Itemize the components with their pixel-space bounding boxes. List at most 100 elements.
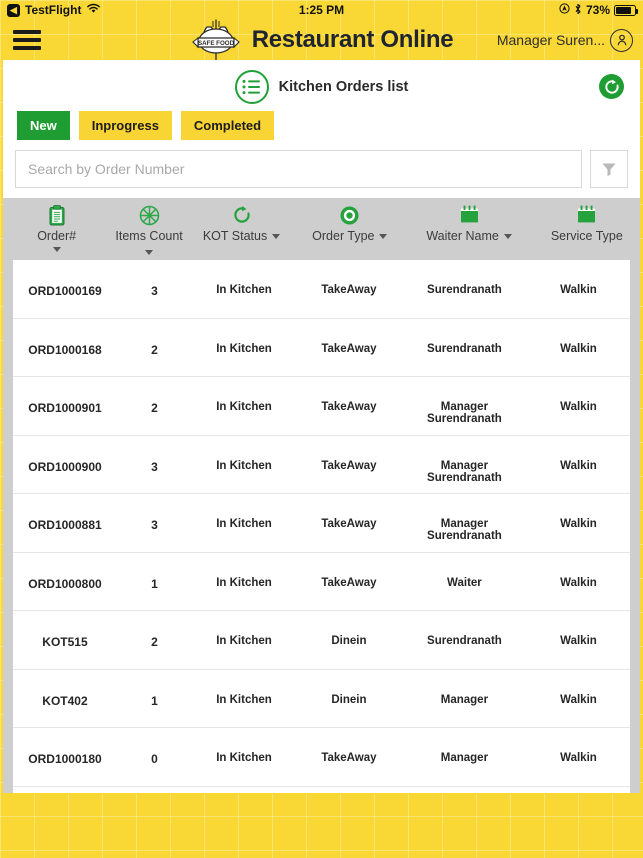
battery-icon — [614, 4, 638, 16]
table-row[interactable]: ORD1000168 2 In Kitchen TakeAway Surendr… — [13, 319, 630, 377]
cell-order-type: TakeAway — [321, 401, 377, 413]
cell-kot-status: In Kitchen — [216, 342, 272, 355]
refresh-button[interactable] — [599, 74, 624, 99]
hamburger-line — [13, 38, 41, 42]
app-header-bar: SAFE FOOD Restaurant Online Manager Sure… — [0, 19, 643, 62]
chevron-down-icon[interactable] — [145, 249, 154, 255]
column-header-order-label: Order# — [37, 229, 77, 243]
ios-status-bar: ◀ TestFlight 1:25 PM 73% — [0, 0, 643, 20]
cell-service-type: Walkin — [560, 342, 597, 355]
cell-service-type: Walkin — [560, 518, 597, 530]
hamburger-menu-icon[interactable] — [10, 25, 44, 55]
cell-items-count: 1 — [151, 693, 158, 708]
column-header-kot-status-label-wrap: KOT Status — [202, 229, 281, 245]
table-row[interactable]: ORD1000881 3 In Kitchen TakeAway Manager… — [13, 494, 630, 553]
column-header-order-type-label-wrap: Order Type — [312, 229, 388, 245]
cell-kot-status: In Kitchen — [216, 284, 272, 296]
cell-waiter-name: Waiter — [447, 576, 482, 589]
user-avatar-icon[interactable] — [610, 28, 633, 52]
cell-kot-status: In Kitchen — [216, 693, 272, 706]
page-title: Kitchen Orders list — [278, 78, 409, 95]
safe-food-logo: SAFE FOOD — [190, 18, 242, 64]
cell-order-type: TakeAway — [321, 576, 377, 589]
search-input[interactable] — [15, 150, 582, 188]
table-row[interactable]: ORD1000800 1 In Kitchen TakeAway Waiter … — [13, 553, 630, 611]
column-header-order[interactable]: Order# — [3, 202, 110, 252]
table-row[interactable]: KOT402 1 In Kitchen Dinein Manager Walki… — [13, 670, 630, 728]
column-header-order-type-label: Order Type — [312, 229, 375, 243]
main-content-card: Kitchen Orders list New Inprogress Compl… — [3, 60, 640, 793]
tab-inprogress[interactable]: Inprogress — [78, 111, 172, 140]
user-name-label: Manager Suren... — [496, 32, 605, 48]
status-bar-right: 73% — [559, 3, 638, 18]
column-header-kot-status-label: KOT Status — [202, 229, 268, 243]
app-title: Restaurant Online — [251, 26, 454, 53]
chevron-down-icon[interactable] — [379, 234, 388, 240]
funnel-filter-icon[interactable] — [590, 150, 628, 188]
cell-kot-status: In Kitchen — [216, 635, 272, 647]
cell-service-type: Walkin — [560, 284, 597, 296]
chevron-down-icon[interactable] — [503, 234, 512, 240]
cell-items-count: 3 — [151, 518, 158, 532]
cell-items-count: 1 — [151, 576, 158, 591]
cell-waiter-name: Manager Surendranath — [427, 459, 502, 484]
clipboard-icon — [48, 204, 66, 226]
cell-order-type: TakeAway — [321, 752, 377, 764]
table-row[interactable]: ORD1000900 3 In Kitchen TakeAway Manager… — [13, 436, 630, 494]
hamburger-line — [13, 30, 41, 34]
table-row[interactable]: KOT515 2 In Kitchen Dinein Surendranath … — [13, 611, 630, 670]
page-header-center: Kitchen Orders list — [3, 69, 640, 104]
cell-items-count: 2 — [151, 342, 158, 357]
chevron-down-icon[interactable] — [272, 234, 281, 240]
cell-waiter-name: Surendranath — [427, 635, 502, 647]
cell-service-type: Walkin — [560, 693, 597, 706]
cell-items-count: 2 — [151, 635, 158, 649]
column-header-service-type[interactable]: Service Type — [534, 202, 640, 245]
cell-waiter-name: Manager — [440, 693, 489, 706]
tab-new[interactable]: New — [17, 111, 70, 140]
cell-items-count: 3 — [151, 284, 158, 298]
cell-order-type: Dinein — [331, 693, 367, 706]
cell-service-type: Walkin — [560, 752, 597, 764]
cell-waiter-name: Manager Surendranath — [427, 518, 502, 542]
cell-kot-status: In Kitchen — [216, 518, 272, 530]
cell-kot-status: In Kitchen — [216, 459, 272, 472]
bluetooth-icon — [574, 3, 582, 18]
table-row[interactable]: ORD1000901 2 In Kitchen TakeAway Manager… — [13, 377, 630, 436]
orders-table: Order# Items Count KOT Status Order Type… — [3, 198, 640, 793]
cell-order-type: TakeAway — [321, 518, 377, 530]
column-header-order-type[interactable]: Order Type — [295, 202, 404, 245]
status-bar-clock: 1:25 PM — [298, 3, 345, 17]
cell-order: ORD1000180 — [28, 752, 102, 766]
battery-percent-label: 73% — [585, 3, 610, 17]
cell-order: ORD1000168 — [28, 342, 102, 357]
column-header-items-count[interactable]: Items Count — [110, 202, 188, 255]
cell-order: KOT515 — [42, 635, 88, 649]
cell-service-type: Walkin — [560, 576, 597, 589]
column-header-kot-status[interactable]: KOT Status — [188, 202, 295, 245]
cell-waiter-name: Surendranath — [427, 284, 502, 296]
chevron-down-icon[interactable] — [52, 246, 61, 252]
cell-items-count: 2 — [151, 401, 158, 415]
cell-order-type: TakeAway — [321, 459, 377, 472]
cell-service-type: Walkin — [560, 401, 597, 413]
cell-order: ORD1000900 — [28, 459, 102, 474]
cell-service-type: Walkin — [560, 459, 597, 472]
cell-order-type: TakeAway — [321, 284, 377, 296]
user-menu[interactable]: Manager Suren... — [496, 28, 633, 52]
target-icon — [339, 204, 360, 226]
svg-text:SAFE FOOD: SAFE FOOD — [198, 40, 235, 47]
column-header-service-type-label-wrap: Service Type — [551, 229, 623, 245]
cell-items-count: 3 — [151, 459, 158, 474]
cell-order: ORD1000169 — [28, 284, 102, 298]
table-header-row: Order# Items Count KOT Status Order Type… — [3, 198, 640, 260]
cell-kot-status: In Kitchen — [216, 576, 272, 589]
column-header-waiter-name-label: Waiter Name — [426, 229, 499, 243]
column-header-items-count-label-wrap: Items Count — [110, 229, 188, 255]
column-header-waiter-name[interactable]: Waiter Name — [404, 202, 533, 245]
table-row[interactable]: ORD1000169 3 In Kitchen TakeAway Surendr… — [13, 260, 630, 319]
tab-completed[interactable]: Completed — [180, 111, 275, 140]
table-row[interactable]: ORD1000180 0 In Kitchen TakeAway Manager… — [13, 728, 630, 787]
list-lines-icon — [234, 69, 269, 104]
column-header-service-type-label: Service Type — [550, 229, 623, 243]
